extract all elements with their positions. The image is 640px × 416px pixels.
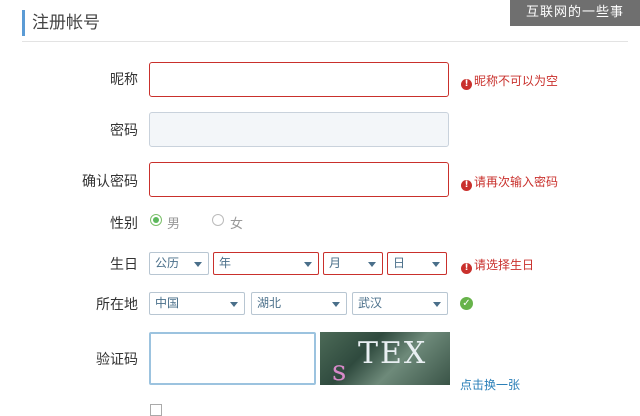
- agreement-checkbox[interactable]: [150, 404, 162, 416]
- calendar-type-value: 公历: [155, 256, 180, 270]
- birthday-error: ! 请选择生日: [461, 256, 534, 274]
- chevron-down-icon: [230, 302, 238, 307]
- chevron-down-icon: [304, 262, 312, 267]
- nickname-error: ! 昵称不可以为空: [461, 72, 558, 90]
- captcha-image-text: TEX: [358, 336, 428, 371]
- chevron-down-icon: [432, 262, 440, 267]
- calendar-type-select[interactable]: 公历: [149, 252, 209, 275]
- birth-day-select[interactable]: 日: [387, 252, 447, 275]
- confirm-password-input[interactable]: [149, 162, 449, 197]
- chevron-down-icon: [332, 302, 340, 307]
- confirm-password-error: ! 请再次输入密码: [461, 173, 558, 191]
- gender-male-radio[interactable]: [150, 214, 162, 226]
- country-value: 中国: [155, 296, 180, 310]
- birth-day-value: 日: [393, 256, 406, 270]
- confirm-password-error-text: 请再次输入密码: [474, 175, 559, 189]
- birthday-error-text: 请选择生日: [474, 258, 535, 272]
- chevron-down-icon: [194, 262, 202, 267]
- province-select[interactable]: 湖北: [251, 292, 347, 315]
- nickname-error-text: 昵称不可以为空: [474, 74, 559, 88]
- chevron-down-icon: [368, 262, 376, 267]
- check-icon: ✓: [460, 297, 473, 310]
- watermark-label: 互联网的一些事: [510, 0, 640, 26]
- confirm-password-label: 确认密码: [82, 174, 138, 190]
- nickname-label: 昵称: [110, 72, 138, 88]
- section-header: 注册帐号: [22, 10, 100, 36]
- nickname-input[interactable]: [149, 62, 449, 97]
- gender-label: 性别: [110, 216, 138, 232]
- gender-female-radio[interactable]: [212, 214, 224, 226]
- page-title: 注册帐号: [32, 13, 100, 33]
- captcha-refresh-link[interactable]: 点击换一张: [460, 376, 520, 393]
- password-input[interactable]: [149, 112, 449, 147]
- chevron-down-icon: [433, 302, 441, 307]
- gender-male-label[interactable]: 男: [167, 213, 180, 232]
- captcha-label: 验证码: [96, 352, 138, 368]
- birth-month-value: 月: [329, 256, 342, 270]
- error-icon: !: [461, 180, 472, 191]
- error-icon: !: [461, 79, 472, 90]
- captcha-image[interactable]: s TEX: [320, 332, 450, 385]
- captcha-input[interactable]: [149, 332, 316, 385]
- location-label: 所在地: [96, 297, 138, 313]
- birth-month-select[interactable]: 月: [323, 252, 383, 275]
- birthday-label: 生日: [110, 257, 138, 273]
- country-select[interactable]: 中国: [149, 292, 245, 315]
- password-label: 密码: [110, 123, 138, 139]
- birth-year-select[interactable]: 年: [213, 252, 319, 275]
- divider: [22, 41, 628, 42]
- gender-female-label[interactable]: 女: [230, 213, 243, 232]
- city-select[interactable]: 武汉: [352, 292, 448, 315]
- birth-year-value: 年: [219, 256, 232, 270]
- captcha-image-s: s: [332, 354, 347, 385]
- province-value: 湖北: [257, 296, 282, 310]
- city-value: 武汉: [358, 296, 383, 310]
- error-icon: !: [461, 263, 472, 274]
